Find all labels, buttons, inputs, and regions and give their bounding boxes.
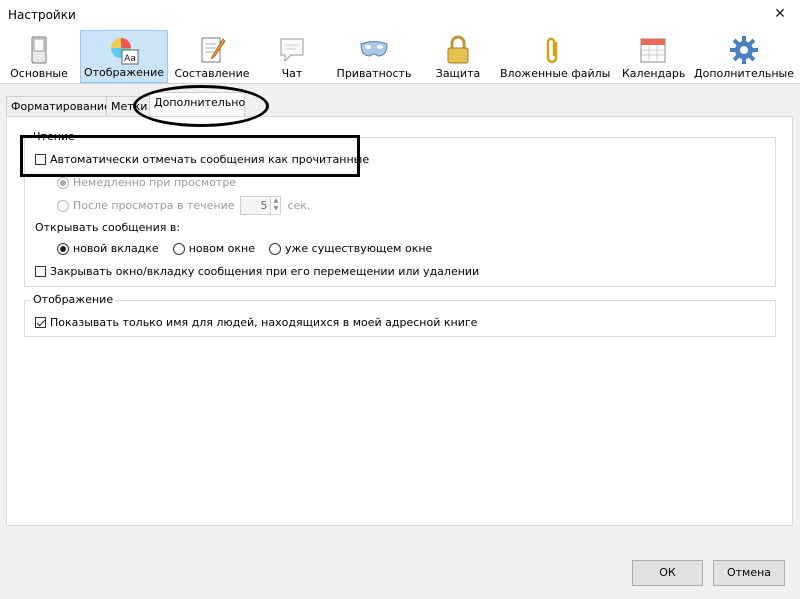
open-in-options: новой вкладке новом окне уже существующе…	[57, 242, 432, 255]
pane-chat[interactable]: Чат	[264, 30, 320, 83]
reading-group: Чтение Автоматически отмечать сообщения …	[24, 130, 776, 287]
new-window-label: новом окне	[188, 242, 255, 255]
after-delay-radio[interactable]	[57, 199, 69, 212]
tab-formatting[interactable]: Форматирование	[6, 96, 111, 116]
existing-window-radio[interactable]	[268, 242, 281, 255]
existing-window-label: уже существующем окне	[284, 242, 433, 255]
stepper-up-icon[interactable]: ▲	[271, 197, 280, 205]
pane-general[interactable]: Основные	[6, 30, 72, 83]
open-in-label: Открывать сообщения в:	[35, 221, 181, 234]
close-on-move-label: Закрывать окно/вкладку сообщения при его…	[50, 265, 480, 278]
pane-advanced[interactable]: Дополнительные	[694, 30, 794, 83]
display-legend: Отображение	[31, 293, 116, 306]
display-group: Отображение Показывать только имя для лю…	[24, 293, 776, 337]
new-tab-label: новой вкладке	[73, 242, 159, 255]
ok-button[interactable]: ОК	[632, 560, 703, 586]
pane-attachments[interactable]: Вложенные файлы	[500, 30, 611, 83]
only-name-checkbox[interactable]	[35, 317, 46, 328]
seconds-label: сек.	[287, 199, 311, 212]
window-title: Настройки	[8, 8, 76, 22]
preferences-toolbar: Основные Aa Отображение Составление Чат	[0, 30, 800, 84]
open-new-tab-option[interactable]: новой вкладке	[57, 242, 159, 255]
close-icon[interactable]: ✕	[768, 2, 792, 26]
new-tab-radio[interactable]	[57, 242, 69, 255]
open-new-window-option[interactable]: новом окне	[172, 242, 255, 255]
pane-label: Вложенные файлы	[500, 67, 611, 80]
pane-label: Основные	[10, 67, 68, 80]
immediately-row[interactable]: Немедленно при просмотре	[57, 176, 236, 189]
tab-advanced[interactable]: Дополнительно	[149, 92, 245, 116]
color-wheel-text-icon: Aa	[111, 38, 139, 65]
pane-security[interactable]: Защита	[430, 30, 486, 83]
pane-label: Составление	[174, 67, 250, 80]
auto-mark-read-row[interactable]: Автоматически отмечать сообщения как про…	[35, 153, 369, 166]
new-window-radio[interactable]	[172, 242, 185, 255]
reading-legend: Чтение	[31, 130, 77, 143]
only-name-row[interactable]: Показывать только имя для людей, находящ…	[35, 316, 477, 329]
pane-privacy[interactable]: Приватность	[336, 30, 412, 83]
mask-icon	[360, 41, 388, 57]
pane-label: Календарь	[622, 67, 686, 80]
cancel-button[interactable]: Отмена	[713, 560, 785, 586]
close-on-move-row[interactable]: Закрывать окно/вкладку сообщения при его…	[35, 265, 479, 278]
delay-stepper[interactable]: 5 ▲ ▼	[240, 196, 282, 215]
gear-icon	[730, 36, 758, 64]
immediately-label: Немедленно при просмотре	[73, 176, 237, 189]
tab-tags[interactable]: Метки	[106, 96, 150, 116]
auto-mark-read-label: Автоматически отмечать сообщения как про…	[50, 153, 370, 166]
stepper-arrows[interactable]: ▲ ▼	[270, 197, 280, 214]
auto-mark-read-checkbox[interactable]	[35, 154, 46, 165]
immediately-radio[interactable]	[57, 176, 69, 189]
tab-panel-advanced: Чтение Автоматически отмечать сообщения …	[6, 116, 793, 526]
after-delay-label: После просмотра в течение	[73, 199, 235, 212]
after-delay-row: После просмотра в течение 5 ▲ ▼ сек.	[57, 196, 310, 215]
notepad-pencil-icon	[201, 37, 226, 63]
pane-display[interactable]: Aa Отображение	[80, 30, 168, 83]
delay-value[interactable]: 5	[241, 197, 271, 214]
title-bar: Настройки ✕	[0, 0, 800, 31]
open-existing-window-option[interactable]: уже существующем окне	[268, 242, 433, 255]
pane-label: Дополнительные	[694, 67, 794, 80]
calendar-icon	[640, 38, 666, 63]
pane-label: Чат	[281, 67, 303, 80]
svg-text:Aa: Aa	[124, 54, 136, 64]
speech-bubble-icon	[280, 38, 304, 63]
pane-label: Отображение	[83, 66, 165, 79]
pane-label: Приватность	[336, 67, 412, 80]
padlock-icon	[447, 35, 469, 64]
only-name-label: Показывать только имя для людей, находящ…	[50, 316, 478, 329]
pane-composition[interactable]: Составление	[174, 30, 250, 83]
close-on-move-checkbox[interactable]	[35, 266, 46, 277]
stepper-down-icon[interactable]: ▼	[271, 205, 280, 213]
switch-icon	[31, 36, 47, 64]
pane-calendar[interactable]: Календарь	[622, 30, 686, 83]
pane-label: Защита	[435, 67, 481, 80]
paperclip-icon	[546, 37, 558, 64]
